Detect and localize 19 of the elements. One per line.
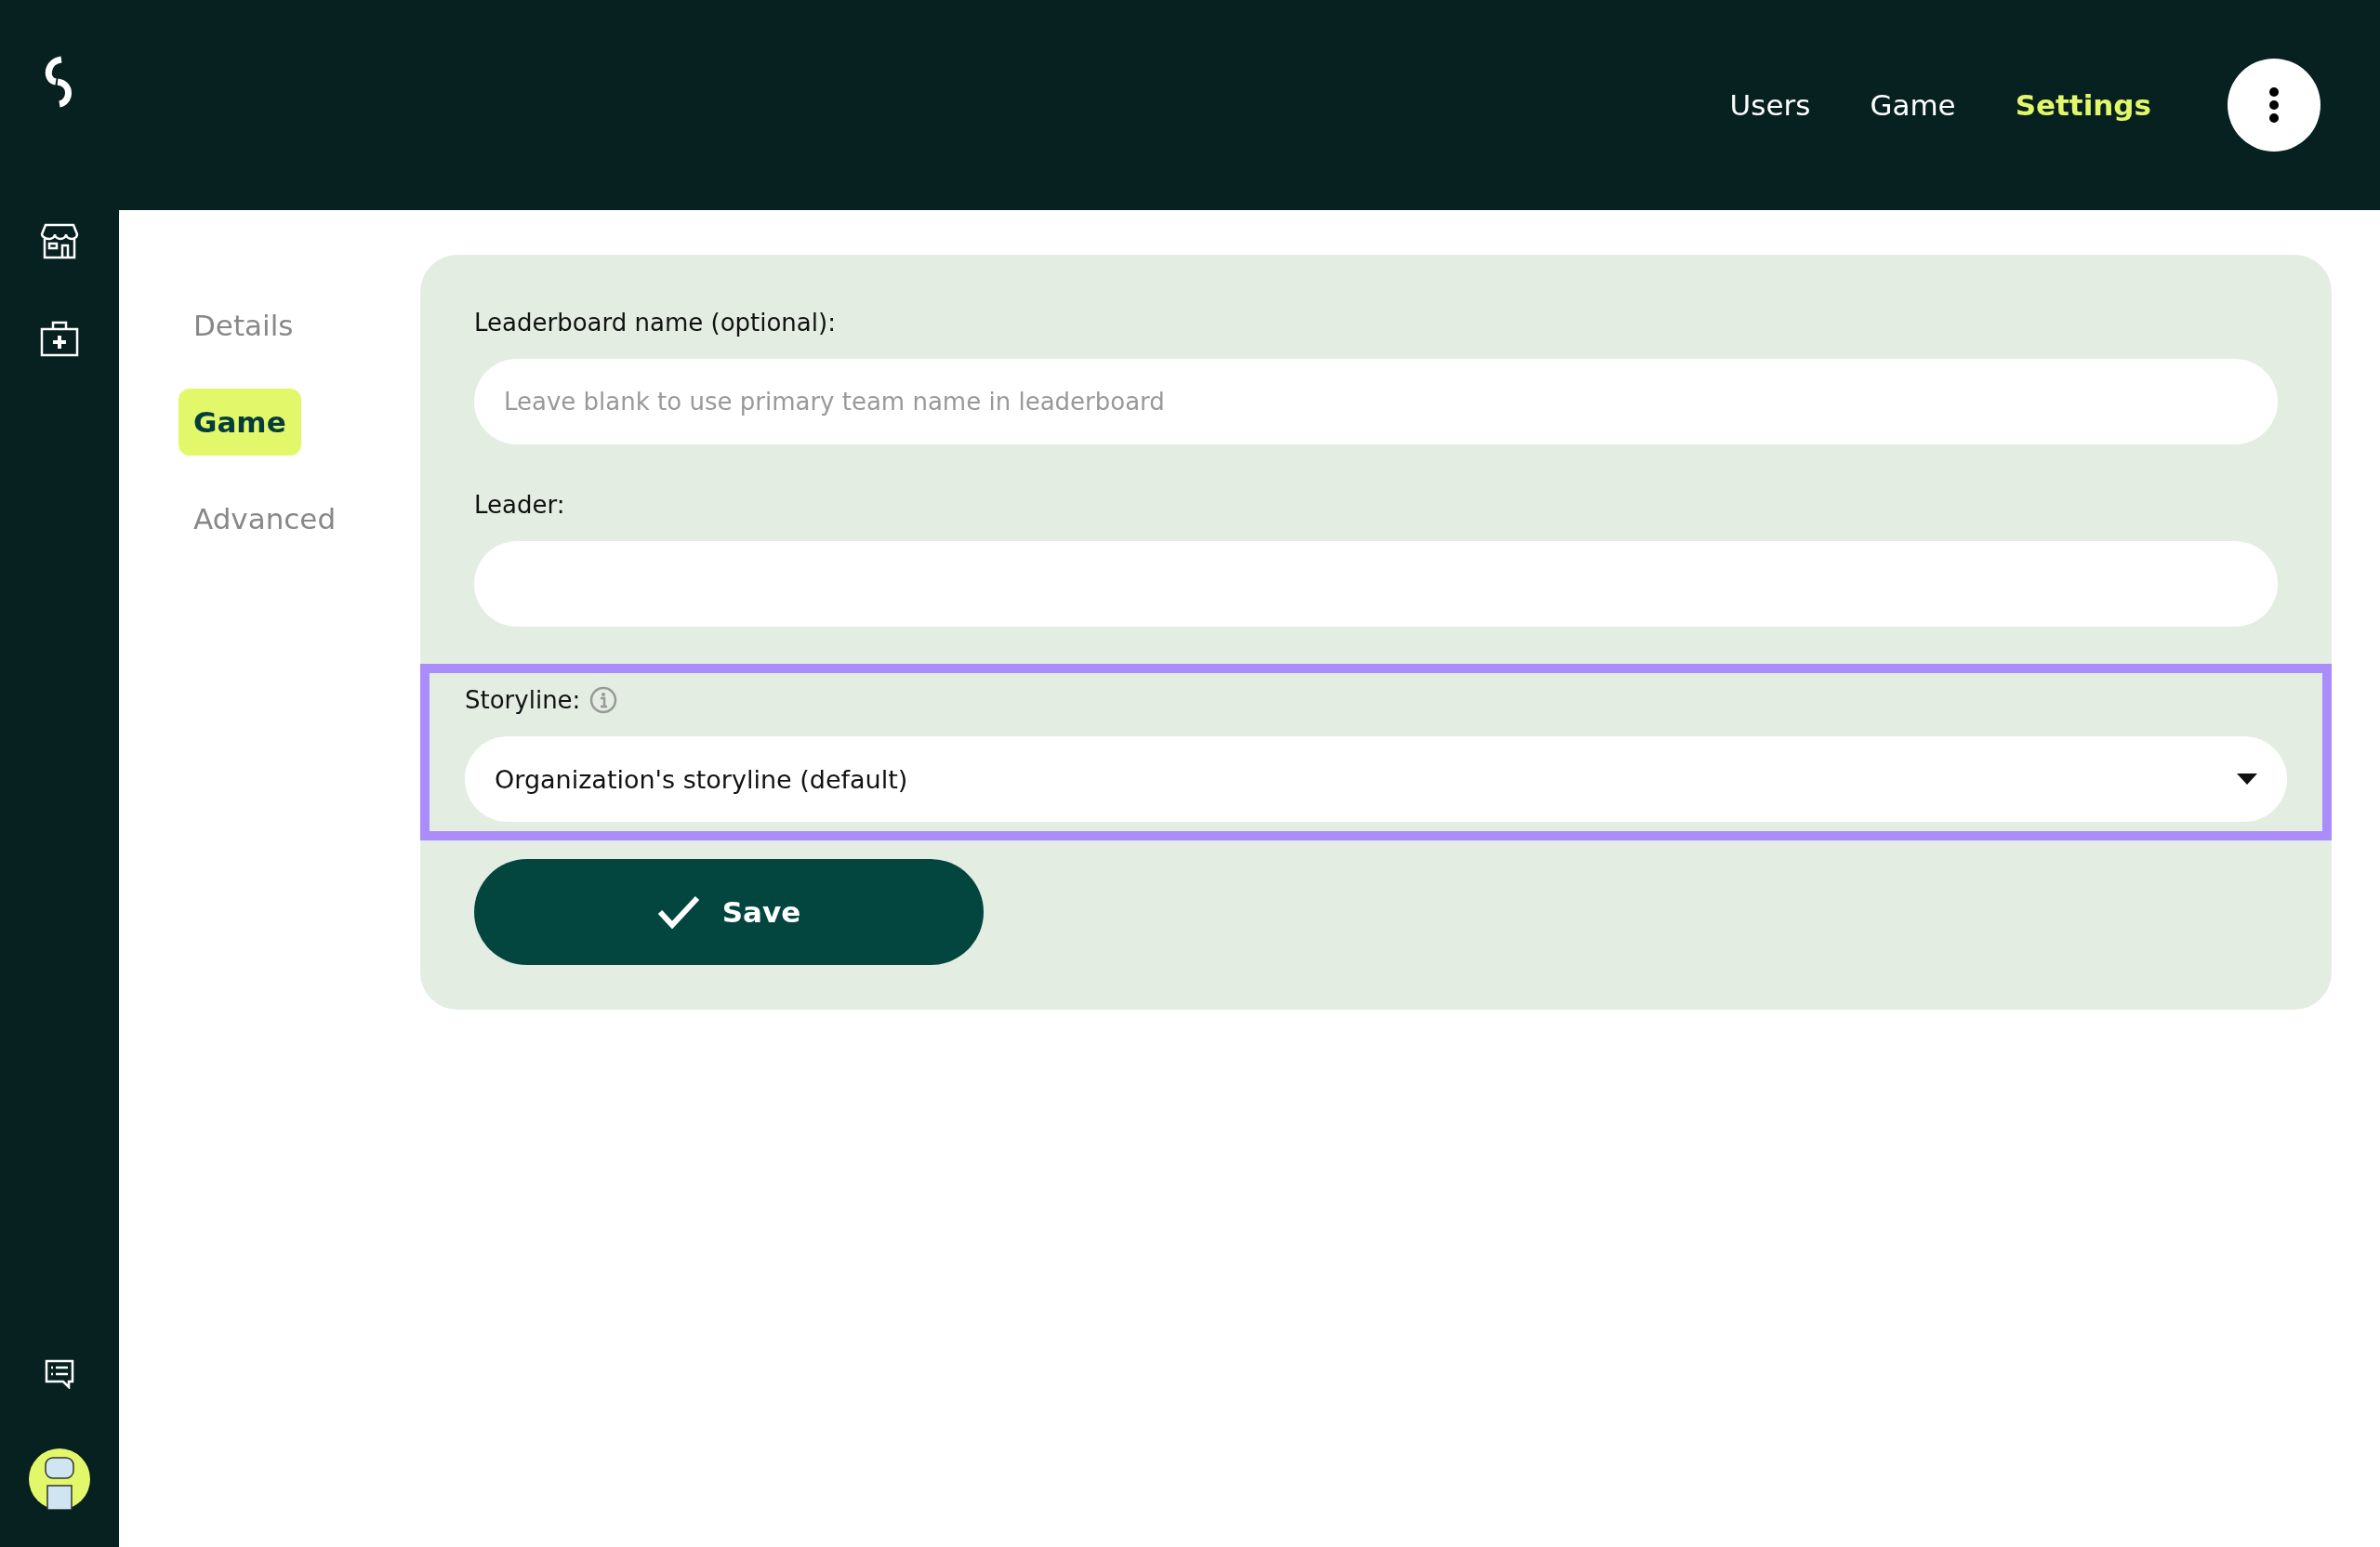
avatar-icon[interactable] [29,1448,90,1510]
save-button[interactable]: Save [474,859,984,965]
more-icon [2268,86,2280,124]
checkmark-icon [656,895,700,929]
storyline-dropdown[interactable]: Organization's storyline (default) [465,736,2287,822]
caret-icon [2237,774,2257,785]
message-icon[interactable] [44,1359,75,1389]
section-tab[interactable]: Advanced [178,485,351,552]
nav-link[interactable]: Game [1870,88,1956,122]
nav-link[interactable]: Users [1729,88,1811,122]
field-label: Leaderboard name (optional): [474,309,836,337]
text-field[interactable]: Leave blank to use primary team name in leaderboard [474,359,2278,444]
nav-link[interactable]: Settings [2015,88,2151,122]
store-icon[interactable] [40,221,79,260]
medical-kit-icon[interactable] [40,320,79,357]
field-label: Leader: [474,491,565,519]
section-tab[interactable]: Details [178,292,309,359]
section-tab[interactable]: Game [178,389,301,456]
field-label: Storyline: [465,686,581,714]
